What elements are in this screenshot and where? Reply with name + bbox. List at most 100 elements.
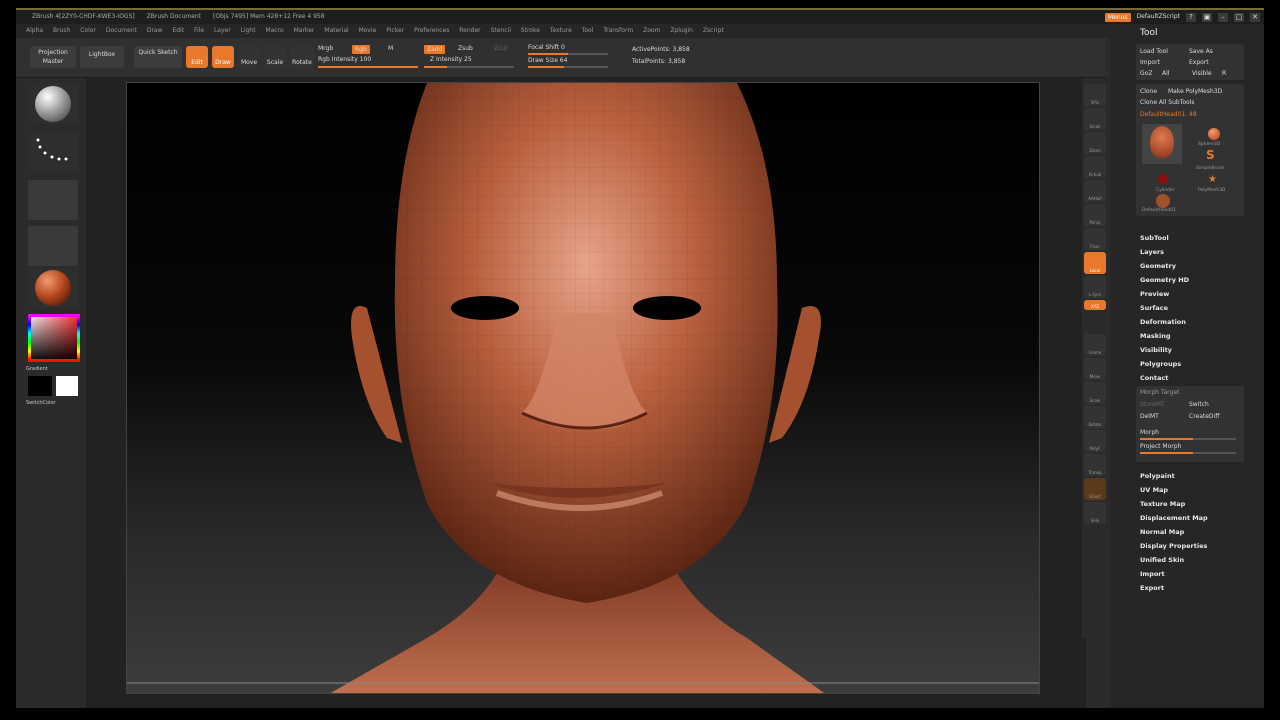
- menu-item[interactable]: Texture: [550, 27, 572, 34]
- deformation-section[interactable]: Deformation: [1140, 318, 1186, 326]
- layout-icon[interactable]: ▣: [1202, 12, 1212, 22]
- frame-button[interactable]: Frame: [1084, 334, 1106, 356]
- clone-button[interactable]: Clone: [1140, 87, 1168, 96]
- store-mt-button[interactable]: StoreMT: [1140, 400, 1189, 409]
- morph-target-title[interactable]: Morph Target: [1140, 388, 1240, 397]
- move-button[interactable]: Move: [238, 46, 260, 68]
- menu-item[interactable]: Layer: [214, 27, 231, 34]
- load-tool-button[interactable]: Load Tool: [1140, 47, 1189, 56]
- script-button[interactable]: DefaultZScript: [1137, 10, 1180, 24]
- m-toggle[interactable]: M: [388, 45, 393, 52]
- menu-item[interactable]: Stencil: [491, 27, 511, 34]
- head-model[interactable]: [127, 83, 1040, 694]
- lightbox-button[interactable]: LightBox: [80, 46, 124, 68]
- normal-map-section[interactable]: Normal Map: [1140, 528, 1184, 536]
- color-picker[interactable]: [28, 314, 80, 362]
- actual-button[interactable]: Actual: [1084, 156, 1106, 178]
- focal-shift-slider[interactable]: Focal Shift 0: [528, 44, 565, 51]
- lsym-button[interactable]: L.Sym: [1084, 276, 1106, 298]
- help-icon[interactable]: ?: [1186, 12, 1196, 22]
- polygroups-section[interactable]: Polygroups: [1140, 360, 1181, 368]
- uv-map-section[interactable]: UV Map: [1140, 486, 1168, 494]
- menu-item[interactable]: Zplugin: [670, 27, 693, 34]
- menu-item[interactable]: Picker: [386, 27, 404, 34]
- menu-item[interactable]: Movie: [359, 27, 377, 34]
- zadd-toggle[interactable]: Zadd: [424, 45, 446, 54]
- menu-item[interactable]: Render: [459, 27, 480, 34]
- head-small-icon[interactable]: [1156, 194, 1170, 208]
- clone-all-button[interactable]: Clone All SubTools: [1140, 98, 1240, 107]
- project-morph-track[interactable]: [1140, 452, 1236, 454]
- menu-item[interactable]: Macro: [266, 27, 284, 34]
- secondary-color-swatch[interactable]: [28, 376, 52, 396]
- layers-section[interactable]: Layers: [1140, 248, 1164, 256]
- rgb-toggle[interactable]: Rgb: [352, 45, 370, 54]
- gradient-label[interactable]: Gradient: [26, 366, 80, 372]
- draw-button[interactable]: Draw: [212, 46, 234, 68]
- zsub-toggle[interactable]: Zsub: [458, 45, 473, 52]
- zcut-toggle[interactable]: Zcut: [494, 45, 508, 52]
- mrgb-toggle[interactable]: Mrgb: [318, 45, 333, 52]
- project-morph-slider[interactable]: Project Morph: [1140, 442, 1240, 451]
- menu-item[interactable]: Marker: [294, 27, 315, 34]
- export-section[interactable]: Export: [1140, 584, 1164, 592]
- menu-item[interactable]: Material: [324, 27, 348, 34]
- quick-sketch-button[interactable]: Quick Sketch: [134, 46, 182, 68]
- displacement-map-section[interactable]: Displacement Map: [1140, 514, 1208, 522]
- minimize-icon[interactable]: –: [1218, 12, 1228, 22]
- current-tool-slider[interactable]: DefaultHead01. 48: [1140, 110, 1240, 119]
- visibility-section[interactable]: Visibility: [1140, 346, 1172, 354]
- menu-item[interactable]: Stroke: [521, 27, 540, 34]
- move-button[interactable]: Move: [1084, 358, 1106, 380]
- polymesh3d-icon[interactable]: ★: [1208, 174, 1217, 185]
- menu-item[interactable]: Color: [80, 27, 96, 34]
- draw-size-track[interactable]: [528, 66, 608, 68]
- menu-item[interactable]: Light: [241, 27, 256, 34]
- all-button[interactable]: All: [1162, 69, 1192, 78]
- persp-button[interactable]: Persp: [1084, 204, 1106, 226]
- tool-thumb-head[interactable]: [1142, 124, 1182, 164]
- stroke-thumbnail[interactable]: [28, 132, 78, 172]
- menu-item[interactable]: Edit: [172, 27, 184, 34]
- z-intensity-slider[interactable]: Z Intensity 25: [430, 56, 472, 63]
- rgb-intensity-slider[interactable]: Rgb Intensity 100: [318, 56, 371, 63]
- scale-button[interactable]: Scale: [264, 46, 286, 68]
- save-as-button[interactable]: Save As: [1189, 47, 1238, 56]
- surface-section[interactable]: Surface: [1140, 304, 1168, 312]
- z-intensity-track[interactable]: [424, 66, 514, 68]
- transp-button[interactable]: Transp: [1084, 454, 1106, 476]
- switch-button[interactable]: Switch: [1189, 400, 1238, 409]
- create-diff-button[interactable]: CreateDiff: [1189, 412, 1238, 421]
- export-button[interactable]: Export: [1189, 58, 1238, 67]
- spix-button[interactable]: SPix: [1084, 84, 1106, 106]
- rgb-intensity-track[interactable]: [318, 66, 418, 68]
- ghost-button[interactable]: Ghost: [1084, 478, 1106, 500]
- menus-button[interactable]: Menus: [1104, 12, 1131, 22]
- simplebrush-icon[interactable]: S: [1206, 148, 1215, 162]
- alpha-thumbnail[interactable]: [28, 180, 78, 220]
- switch-color-button[interactable]: SwitchColor: [26, 400, 80, 406]
- projection-master-button[interactable]: Projection Master: [30, 46, 76, 68]
- del-mt-button[interactable]: DelMT: [1140, 412, 1189, 421]
- r-button[interactable]: R: [1222, 69, 1232, 78]
- menu-item[interactable]: Preferences: [414, 27, 449, 34]
- import-button[interactable]: Import: [1140, 58, 1189, 67]
- menu-item[interactable]: Zscript: [703, 27, 724, 34]
- visible-button[interactable]: Visible: [1192, 69, 1222, 78]
- polypaint-section[interactable]: Polypaint: [1140, 472, 1175, 480]
- cylinder-icon[interactable]: [1158, 174, 1168, 184]
- aahalf-button[interactable]: AAHalf: [1084, 180, 1106, 202]
- contact-section[interactable]: Contact: [1140, 374, 1168, 382]
- texture-map-section[interactable]: Texture Map: [1140, 500, 1185, 508]
- scale-button[interactable]: Scale: [1084, 382, 1106, 404]
- menu-item[interactable]: Zoom: [643, 27, 660, 34]
- menu-item[interactable]: Transform: [603, 27, 633, 34]
- zoom-button[interactable]: Zoom: [1084, 132, 1106, 154]
- menu-item[interactable]: Brush: [53, 27, 70, 34]
- rotate-button[interactable]: Rotate: [290, 46, 314, 68]
- preview-section[interactable]: Preview: [1140, 290, 1169, 298]
- menu-item[interactable]: Draw: [147, 27, 163, 34]
- edit-button[interactable]: Edit: [186, 46, 208, 68]
- subtool-section[interactable]: SubTool: [1140, 234, 1169, 242]
- masking-section[interactable]: Masking: [1140, 332, 1171, 340]
